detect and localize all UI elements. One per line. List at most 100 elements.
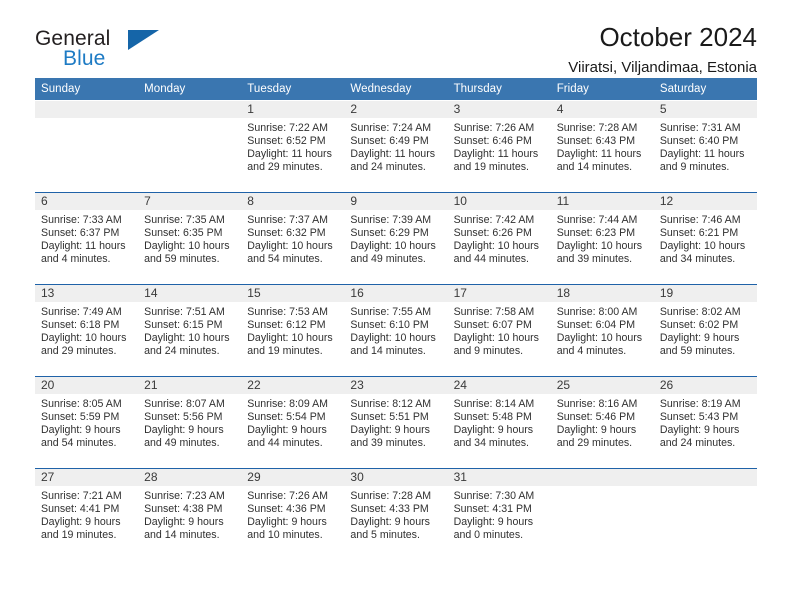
daylight-text-line1: Daylight: 10 hours xyxy=(453,332,539,345)
day-number: 9 xyxy=(344,193,448,210)
calendar-body: 1 Sunrise: 7:22 AM Sunset: 6:52 PM Dayli… xyxy=(35,100,757,560)
sunrise-text: Sunrise: 8:14 AM xyxy=(453,398,535,410)
daylight-text-line2: and 14 minutes. xyxy=(144,529,220,542)
sunset-text: Sunset: 6:07 PM xyxy=(453,319,532,332)
day-cell[interactable]: 17 Sunrise: 7:58 AM Sunset: 6:07 PM Dayl… xyxy=(447,284,551,377)
daylight-text-line2: and 4 minutes. xyxy=(41,253,111,266)
day-cell[interactable]: 24 Sunrise: 8:14 AM Sunset: 5:48 PM Dayl… xyxy=(447,376,551,469)
day-cell[interactable]: 15 Sunrise: 7:53 AM Sunset: 6:12 PM Dayl… xyxy=(241,284,345,377)
sunrise-text: Sunrise: 7:21 AM xyxy=(41,490,122,502)
sunset-text: Sunset: 4:31 PM xyxy=(453,503,532,516)
daylight-text-line1: Daylight: 10 hours xyxy=(144,332,230,345)
daylight-text-line2: and 19 minutes. xyxy=(41,529,117,542)
sunset-text: Sunset: 4:41 PM xyxy=(41,503,120,516)
day-details: Sunrise: 7:23 AM Sunset: 4:38 PM Dayligh… xyxy=(138,486,241,542)
daylight-text-line1: Daylight: 9 hours xyxy=(41,516,121,529)
day-details: Sunrise: 7:44 AM Sunset: 6:23 PM Dayligh… xyxy=(551,210,654,266)
sunrise-text: Sunrise: 8:16 AM xyxy=(556,398,638,410)
day-cell[interactable]: 29 Sunrise: 7:26 AM Sunset: 4:36 PM Dayl… xyxy=(241,468,345,560)
day-cell[interactable] xyxy=(653,468,757,560)
day-cell[interactable]: 18 Sunrise: 8:00 AM Sunset: 6:04 PM Dayl… xyxy=(550,284,654,377)
day-cell[interactable]: 31 Sunrise: 7:30 AM Sunset: 4:31 PM Dayl… xyxy=(447,468,551,560)
daylight-text-line1: Daylight: 9 hours xyxy=(247,516,327,529)
sunset-text: Sunset: 6:02 PM xyxy=(659,319,739,332)
generalblue-logo[interactable]: General Blue xyxy=(35,27,265,79)
day-cell[interactable] xyxy=(35,100,139,193)
daylight-text-line1: Daylight: 10 hours xyxy=(144,240,230,253)
sunset-text: Sunset: 6:23 PM xyxy=(556,227,636,240)
daylight-text-line2: and 49 minutes. xyxy=(350,253,426,266)
day-cell[interactable]: 12 Sunrise: 7:46 AM Sunset: 6:21 PM Dayl… xyxy=(653,192,757,285)
day-cell[interactable]: 22 Sunrise: 8:09 AM Sunset: 5:54 PM Dayl… xyxy=(241,376,345,469)
day-cell[interactable]: 27 Sunrise: 7:21 AM Sunset: 4:41 PM Dayl… xyxy=(35,468,139,560)
day-details: Sunrise: 7:28 AM Sunset: 6:43 PM Dayligh… xyxy=(551,118,654,174)
sunrise-text: Sunrise: 7:22 AM xyxy=(247,122,328,134)
sunset-text: Sunset: 5:43 PM xyxy=(659,411,739,424)
day-cell[interactable]: 8 Sunrise: 7:37 AM Sunset: 6:32 PM Dayli… xyxy=(241,192,345,285)
sunset-text: Sunset: 6:40 PM xyxy=(659,135,739,148)
sunrise-text: Sunrise: 7:26 AM xyxy=(247,490,328,502)
day-details: Sunrise: 8:05 AM Sunset: 5:59 PM Dayligh… xyxy=(35,394,138,450)
day-details: Sunrise: 7:35 AM Sunset: 6:35 PM Dayligh… xyxy=(138,210,241,266)
day-number: 24 xyxy=(447,377,551,394)
sunset-text: Sunset: 6:18 PM xyxy=(41,319,120,332)
day-cell[interactable]: 26 Sunrise: 8:19 AM Sunset: 5:43 PM Dayl… xyxy=(653,376,757,469)
daylight-text-line1: Daylight: 9 hours xyxy=(453,516,534,529)
sunrise-text: Sunrise: 8:12 AM xyxy=(350,398,432,410)
day-cell[interactable]: 14 Sunrise: 7:51 AM Sunset: 6:15 PM Dayl… xyxy=(138,284,242,377)
day-cell[interactable]: 16 Sunrise: 7:55 AM Sunset: 6:10 PM Dayl… xyxy=(344,284,448,377)
day-number: 14 xyxy=(138,285,242,302)
day-cell[interactable]: 1 Sunrise: 7:22 AM Sunset: 6:52 PM Dayli… xyxy=(241,100,345,193)
sunset-text: Sunset: 6:35 PM xyxy=(144,227,223,240)
daylight-text-line1: Daylight: 10 hours xyxy=(350,332,436,345)
sunset-text: Sunset: 4:36 PM xyxy=(247,503,326,516)
daylight-text-line1: Daylight: 10 hours xyxy=(556,332,643,345)
sunset-text: Sunset: 5:56 PM xyxy=(144,411,223,424)
daylight-text-line1: Daylight: 11 hours xyxy=(556,148,642,161)
day-details: Sunrise: 7:21 AM Sunset: 4:41 PM Dayligh… xyxy=(35,486,138,542)
day-cell[interactable]: 3 Sunrise: 7:26 AM Sunset: 6:46 PM Dayli… xyxy=(447,100,551,193)
day-details: Sunrise: 7:33 AM Sunset: 6:37 PM Dayligh… xyxy=(35,210,138,266)
day-cell[interactable]: 28 Sunrise: 7:23 AM Sunset: 4:38 PM Dayl… xyxy=(138,468,242,560)
day-cell[interactable]: 9 Sunrise: 7:39 AM Sunset: 6:29 PM Dayli… xyxy=(344,192,448,285)
day-cell[interactable]: 20 Sunrise: 8:05 AM Sunset: 5:59 PM Dayl… xyxy=(35,376,139,469)
daylight-text-line1: Daylight: 9 hours xyxy=(41,424,121,437)
day-number: 23 xyxy=(344,377,448,394)
day-cell[interactable]: 21 Sunrise: 8:07 AM Sunset: 5:56 PM Dayl… xyxy=(138,376,242,469)
day-cell[interactable]: 30 Sunrise: 7:28 AM Sunset: 4:33 PM Dayl… xyxy=(344,468,448,560)
day-details: Sunrise: 7:30 AM Sunset: 4:31 PM Dayligh… xyxy=(448,486,551,542)
day-details: Sunrise: 7:46 AM Sunset: 6:21 PM Dayligh… xyxy=(654,210,757,266)
day-cell[interactable] xyxy=(550,468,654,560)
sunset-text: Sunset: 4:33 PM xyxy=(350,503,429,516)
sunrise-text: Sunrise: 7:58 AM xyxy=(453,306,535,318)
day-details: Sunrise: 8:09 AM Sunset: 5:54 PM Dayligh… xyxy=(241,394,344,450)
day-number: 8 xyxy=(241,193,345,210)
sunset-text: Sunset: 6:52 PM xyxy=(247,135,326,148)
day-cell[interactable]: 2 Sunrise: 7:24 AM Sunset: 6:49 PM Dayli… xyxy=(344,100,448,193)
day-cell[interactable]: 7 Sunrise: 7:35 AM Sunset: 6:35 PM Dayli… xyxy=(138,192,242,285)
day-cell[interactable]: 10 Sunrise: 7:42 AM Sunset: 6:26 PM Dayl… xyxy=(447,192,551,285)
daylight-text-line2: and 24 minutes. xyxy=(350,161,426,174)
day-cell[interactable]: 11 Sunrise: 7:44 AM Sunset: 6:23 PM Dayl… xyxy=(550,192,654,285)
sunset-text: Sunset: 6:49 PM xyxy=(350,135,429,148)
daylight-text-line2: and 19 minutes. xyxy=(453,161,529,174)
day-cell[interactable]: 23 Sunrise: 8:12 AM Sunset: 5:51 PM Dayl… xyxy=(344,376,448,469)
daylight-text-line2: and 19 minutes. xyxy=(247,345,323,358)
day-cell[interactable]: 5 Sunrise: 7:31 AM Sunset: 6:40 PM Dayli… xyxy=(653,100,757,193)
day-cell[interactable]: 4 Sunrise: 7:28 AM Sunset: 6:43 PM Dayli… xyxy=(550,100,654,193)
daylight-text-line2: and 39 minutes. xyxy=(350,437,426,450)
day-details: Sunrise: 7:51 AM Sunset: 6:15 PM Dayligh… xyxy=(138,302,241,358)
day-cell[interactable]: 6 Sunrise: 7:33 AM Sunset: 6:37 PM Dayli… xyxy=(35,192,139,285)
sunrise-text: Sunrise: 7:37 AM xyxy=(247,214,328,226)
day-cell[interactable]: 13 Sunrise: 7:49 AM Sunset: 6:18 PM Dayl… xyxy=(35,284,139,377)
day-cell[interactable]: 25 Sunrise: 8:16 AM Sunset: 5:46 PM Dayl… xyxy=(550,376,654,469)
day-number: 7 xyxy=(138,193,242,210)
day-number: 21 xyxy=(138,377,242,394)
day-number: 18 xyxy=(550,285,654,302)
sunrise-text: Sunrise: 7:55 AM xyxy=(350,306,432,318)
day-cell[interactable]: 19 Sunrise: 8:02 AM Sunset: 6:02 PM Dayl… xyxy=(653,284,757,377)
day-cell[interactable] xyxy=(138,100,242,193)
day-details: Sunrise: 8:14 AM Sunset: 5:48 PM Dayligh… xyxy=(448,394,551,450)
daylight-text-line1: Daylight: 10 hours xyxy=(41,332,127,345)
day-details xyxy=(654,486,757,490)
